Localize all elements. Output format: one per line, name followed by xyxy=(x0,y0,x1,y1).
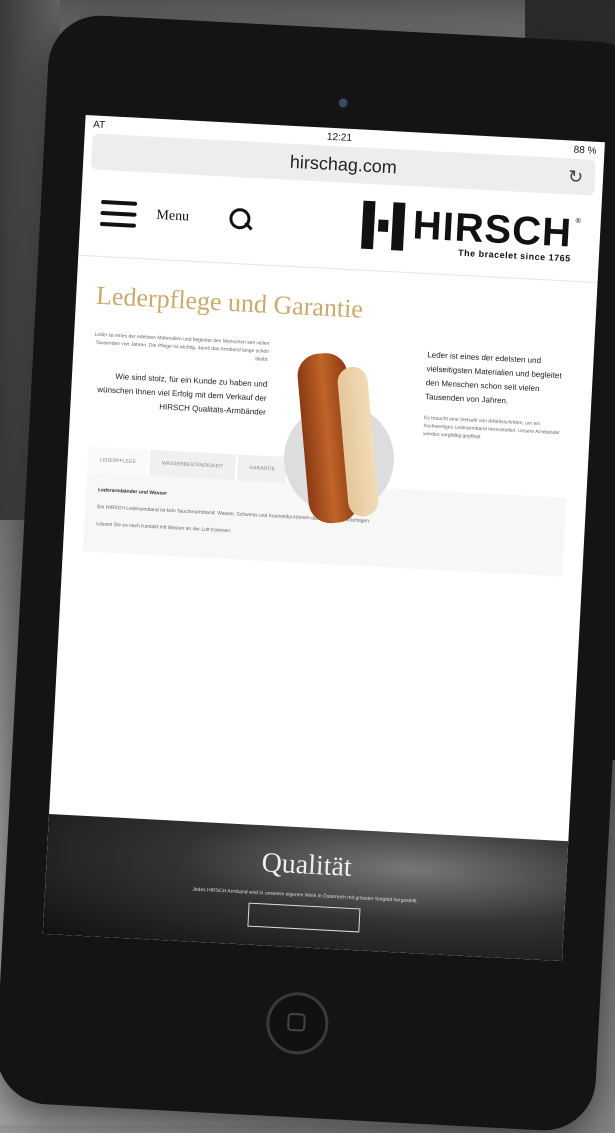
registered-mark-icon: ® xyxy=(575,217,581,226)
hamburger-icon[interactable] xyxy=(99,199,138,228)
brand-logo[interactable]: HIRSCH The bracelet since 1765 ® xyxy=(361,200,581,264)
battery-label: 88 % xyxy=(573,144,597,157)
main-content: Lederpflege und Garantie Leder ist eines… xyxy=(63,256,598,578)
menu-label[interactable]: Menu xyxy=(156,208,189,226)
strap-image xyxy=(265,340,416,525)
tablet-device: AT 12:21 88 % hirschag.com ↻ Menu HIRSCH… xyxy=(0,13,615,1133)
hero-button[interactable] xyxy=(247,902,361,933)
left-column: Leder ist eines der edelsten Materialien… xyxy=(90,331,270,430)
search-icon[interactable] xyxy=(228,208,253,233)
front-camera xyxy=(338,98,348,108)
quality-hero: Qualität Jedes HIRSCH Armband wird in un… xyxy=(42,814,569,962)
hero-title: Qualität xyxy=(260,847,353,883)
url-text: hirschag.com xyxy=(289,151,398,177)
right-bold-text: Leder ist eines der edelsten und vielsei… xyxy=(424,350,562,406)
intro-bold-text: Wie sind stolz, für ein Kunde zu haben u… xyxy=(97,371,268,417)
right-small-text: Es braucht eine Vielzahl von Arbeitsschr… xyxy=(423,415,561,441)
clock: 12:21 xyxy=(326,131,353,144)
tablet-screen: AT 12:21 88 % hirschag.com ↻ Menu HIRSCH… xyxy=(42,115,605,962)
tab-garantie[interactable]: GARANTIE xyxy=(236,454,288,483)
brand-name: HIRSCH xyxy=(411,203,574,256)
reload-icon[interactable]: ↻ xyxy=(567,166,583,188)
tab-wasserbestaendigkeit[interactable]: WASSERBESTÄNDIGKEIT xyxy=(149,449,236,481)
logo-mark-icon xyxy=(361,200,406,251)
intro-text: Leder ist eines der edelsten Materialien… xyxy=(94,331,270,363)
page-title: Lederpflege und Garantie xyxy=(95,280,364,324)
hero-text: Jedes HIRSCH Armband wird in unserem eig… xyxy=(192,886,419,905)
right-column: Leder ist eines der edelsten und vielsei… xyxy=(411,348,574,446)
carrier-label: AT xyxy=(92,118,106,131)
tab-lederpflege[interactable]: LEDERPFLEGE xyxy=(86,446,149,476)
home-button[interactable] xyxy=(264,990,330,1056)
